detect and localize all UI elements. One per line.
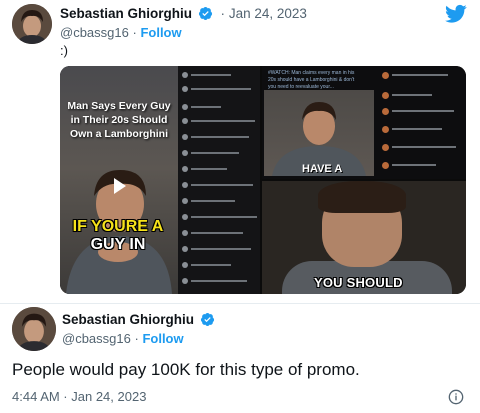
list-item: [382, 92, 462, 102]
top-right-post-text: #WATCH: Man claims every man in his 20s …: [268, 70, 355, 90]
comment-row: [182, 182, 258, 192]
comment-row: [182, 86, 258, 96]
handle-dot: ·: [132, 25, 137, 40]
comment-row: [182, 104, 258, 114]
info-icon[interactable]: [448, 389, 464, 405]
comment-row: [182, 72, 258, 82]
handle-row: @cbassg16 · Follow: [62, 331, 184, 346]
comment-row: [182, 166, 258, 176]
media-left-screenshot[interactable]: Man Says Every Guy in Their 20s Should O…: [60, 66, 260, 294]
comment-row: [182, 198, 258, 208]
left-video-frame: Man Says Every Guy in Their 20s Should O…: [60, 66, 178, 294]
comment-row: [182, 262, 258, 272]
list-item: [382, 162, 462, 172]
twitter-bird-icon[interactable]: [445, 4, 467, 24]
handle-dot: ·: [134, 331, 139, 346]
avatar-image: [12, 4, 52, 44]
author-name[interactable]: Sebastian Ghiorghiu: [62, 312, 194, 327]
handle-row: @cbassg16 · Follow: [60, 25, 182, 40]
author-handle[interactable]: @cbassg16: [62, 331, 131, 346]
list-item: [382, 72, 462, 82]
media-grid[interactable]: Man Says Every Guy in Their 20s Should O…: [60, 66, 466, 294]
comment-row: [182, 278, 258, 288]
left-caption-line2: GUY IN: [90, 236, 146, 253]
verified-badge-icon: [200, 312, 215, 327]
comment-list-blurred: [182, 70, 258, 290]
media-bottom-right-still[interactable]: YOU SHOULD: [262, 181, 466, 294]
author-line: Sebastian Ghiorghiu: [62, 312, 215, 327]
author-handle[interactable]: @cbassg16: [60, 25, 129, 40]
separator-dot: ·: [220, 6, 226, 21]
tweet-text: People would pay 100K for this type of p…: [12, 360, 360, 379]
person-hair: [318, 181, 406, 213]
list-item: [382, 108, 462, 118]
author-line: Sebastian Ghiorghiu · Jan 24, 2023: [60, 6, 307, 21]
tweet-date[interactable]: Jan 24, 2023: [229, 6, 307, 21]
embedded-tweet: Sebastian Ghiorghiu · Jan 24, 2023 @cbas…: [0, 0, 480, 304]
left-caption-line1: IF YOURE A: [72, 218, 164, 235]
comment-row: [182, 150, 258, 160]
verified-badge-icon: [198, 6, 213, 21]
play-icon[interactable]: [114, 178, 126, 194]
top-right-caption: HAVE A: [302, 163, 343, 175]
bottom-right-caption: YOU SHOULD: [314, 275, 403, 290]
follow-button[interactable]: Follow: [140, 25, 181, 40]
comment-row: [182, 230, 258, 240]
comment-row: [182, 214, 258, 224]
list-item: [382, 144, 462, 154]
comment-row: [182, 134, 258, 144]
author-name[interactable]: Sebastian Ghiorghiu: [60, 6, 192, 21]
avatar-image: [12, 307, 56, 351]
media-top-right-screenshot[interactable]: #WATCH: Man claims every man in his 20s …: [262, 66, 466, 179]
comment-row: [182, 246, 258, 256]
author-avatar[interactable]: [12, 4, 52, 44]
tweet-text: :): [60, 43, 68, 58]
follow-button[interactable]: Follow: [142, 331, 183, 346]
tweet-timestamp[interactable]: 4:44 AM · Jan 24, 2023: [12, 389, 146, 404]
list-item: [382, 126, 462, 136]
author-avatar[interactable]: [12, 307, 56, 351]
notification-list-blurred: [382, 70, 462, 175]
comment-row: [182, 118, 258, 128]
left-video-title: Man Says Every Guy in Their 20s Should O…: [67, 100, 171, 140]
tweet-divider: [0, 303, 480, 304]
